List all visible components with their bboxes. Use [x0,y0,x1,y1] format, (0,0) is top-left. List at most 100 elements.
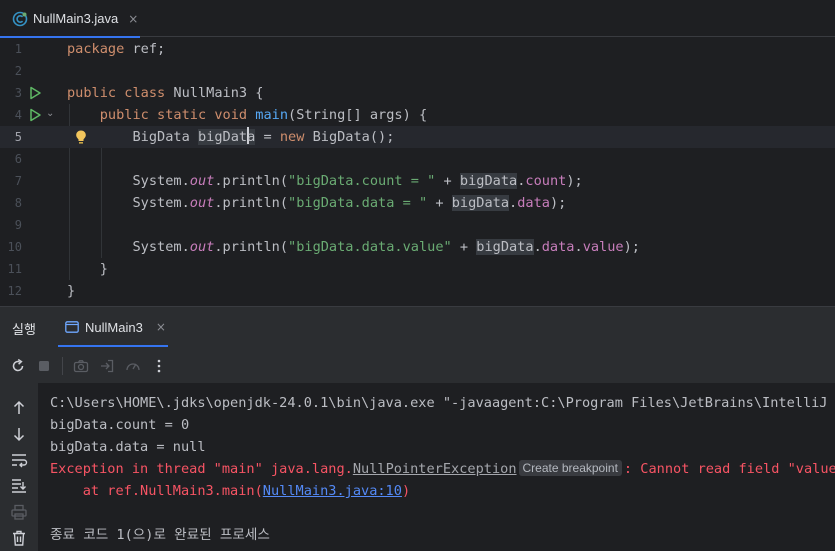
console-output-line: bigData.data = null [50,439,206,455]
chevron-down-icon[interactable]: ⌄ [46,108,54,119]
code-token: "bigData.data = " [288,195,428,211]
code-token: out [189,195,215,211]
code-token: + [435,173,460,189]
line-number: 5 [14,130,22,144]
console-command-line: C:\Users\HOME\.jdks\openjdk-24.0.1\bin\j… [50,395,835,411]
code-token: .println( [214,173,289,189]
code-token: + [427,195,452,211]
trash-icon[interactable] [10,529,28,547]
code-token: "bigData.count = " [288,173,436,189]
code-token: System. [132,195,190,211]
line-number: 1 [14,42,22,56]
code-token: NullMain3 { [165,85,264,101]
code-token: data [541,239,575,255]
code-line: 2 [0,60,835,82]
code-token: package [67,41,125,57]
code-token: public class [67,85,166,101]
dump-threads-button[interactable] [73,358,89,374]
code-token: ); [549,195,567,211]
stacktrace-text: ) [401,483,411,499]
code-token: = [255,129,280,145]
stop-button[interactable] [36,358,52,374]
code-token: bigDat [197,129,248,145]
code-token: . [574,239,583,255]
editor-tab-bar: NullMain3.java × [0,0,835,38]
run-tab-label: NullMain3 [85,319,143,335]
console-exception-line: Exception in thread "main" java.lang.Nul… [50,458,835,480]
code-line: 6 [0,148,835,170]
line-number: 8 [14,196,22,210]
exit-icon [101,359,114,373]
line-number: 12 [7,284,22,298]
create-breakpoint-button[interactable]: Create breakpoint [518,460,622,476]
exception-class-link[interactable]: NullPointerException [353,461,517,477]
profiler-button[interactable] [125,358,141,374]
close-icon[interactable]: × [128,12,138,26]
line-number: 10 [7,240,22,254]
code-token: count [525,173,567,189]
code-token: out [189,239,215,255]
code-token: BigData(); [304,129,395,145]
exit-button[interactable] [99,358,115,374]
print-icon[interactable] [10,503,28,521]
arrow-down-icon[interactable] [10,425,28,443]
line-number: 9 [14,218,22,232]
soft-wrap-icon[interactable] [10,451,28,469]
code-token: + [451,239,477,255]
line-number: 2 [14,64,22,78]
line-number: 3 [14,86,22,100]
code-token: System. [132,173,190,189]
rerun-button[interactable] [10,358,26,374]
console-output-line: bigData.count = 0 [50,417,190,433]
code-line: 11 } [0,258,835,280]
code-line: 9 [0,214,835,236]
run-tab-nullmain3[interactable]: NullMain3 × [58,307,168,347]
console-stacktrace-line: at ref.NullMain3.main(NullMain3.java:10) [50,480,410,502]
exception-message: : Cannot read field "value" [623,461,835,477]
code-token: } [67,283,76,299]
source-location-link[interactable]: NullMain3.java:10 [263,483,402,499]
code-token: main [255,107,289,123]
close-icon[interactable]: × [156,320,166,334]
code-token: ); [623,239,640,255]
code-token: new [279,129,305,145]
code-token: ref; [124,41,166,57]
code-token: (String[] args) { [288,107,428,123]
code-token: public static void [99,107,248,123]
process-exit-message: 종료 코드 1(으)로 완료된 프로세스 [50,527,270,543]
run-class-icon[interactable] [28,86,42,100]
arrow-up-icon[interactable] [10,399,28,417]
stacktrace-text: at ref.NullMain3.main( [50,483,263,499]
line-number: 11 [7,262,22,276]
more-options-button[interactable] [151,358,167,374]
code-line: 1 package ref; [0,38,835,60]
code-token: BigData [132,129,198,145]
camera-icon [73,360,89,373]
scroll-to-end-icon[interactable] [10,477,28,495]
more-vertical-icon [157,359,161,373]
code-token: out [189,173,215,189]
code-line: 3 public class NullMain3 { [0,82,835,104]
console-output[interactable]: C:\Users\HOME\.jdks\openjdk-24.0.1\bin\j… [38,383,835,551]
editor-tab-nullmain3-java[interactable]: NullMain3.java × [0,0,140,38]
line-number: 7 [14,174,22,188]
java-class-icon [12,11,28,26]
toolbar-separator [62,357,63,375]
line-number: 6 [14,152,22,166]
code-token: . [533,239,542,255]
code-line-current: 5 BigData bigData = new BigData(); [0,126,835,148]
code-token: ); [566,173,583,189]
editor-tab-label: NullMain3.java [33,11,119,26]
run-main-icon[interactable] [28,108,42,122]
console-icon [65,321,79,333]
code-editor[interactable]: 1 package ref; 2 3 public class NullMain… [0,38,835,306]
code-line: 8 System.out.println("bigData.data = " +… [0,192,835,214]
code-line: 12 } [0,280,835,302]
code-line: 4 ⌄ public static void main(String[] arg… [0,104,835,126]
code-token: data [517,195,550,211]
gauge-icon [126,363,140,371]
code-token: value [582,239,624,255]
code-token: bigData [459,173,518,189]
run-header: 실행 NullMain3 × [0,307,835,347]
exception-text: Exception in thread "main" java.lang. [50,461,353,477]
